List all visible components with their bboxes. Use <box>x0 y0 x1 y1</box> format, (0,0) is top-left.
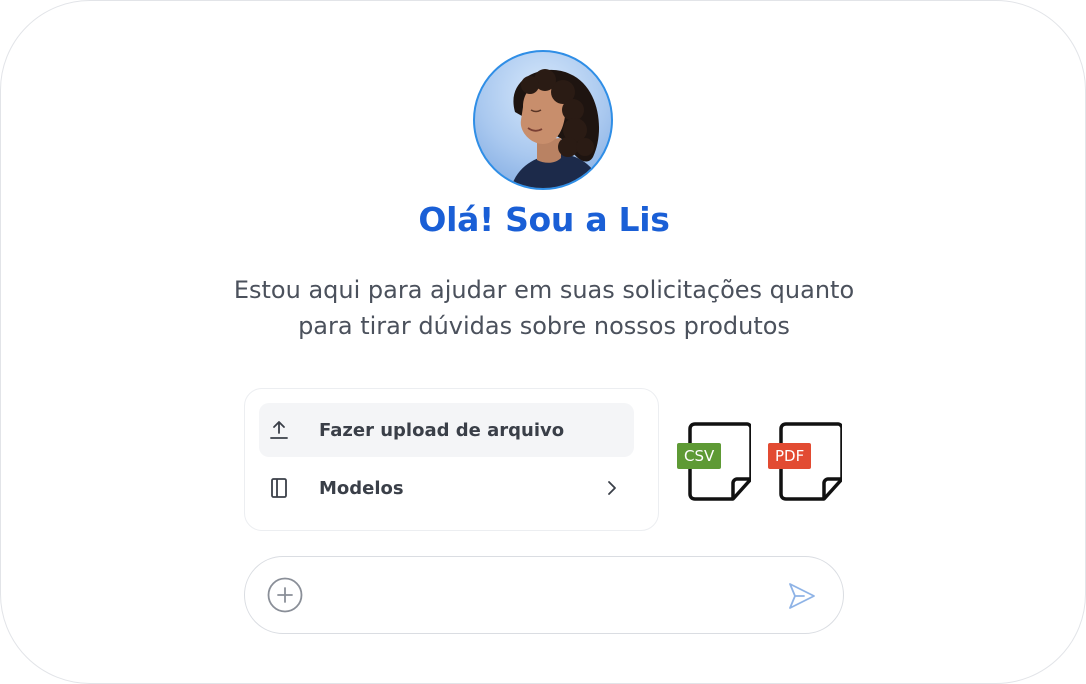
plus-circle-icon[interactable] <box>267 577 303 613</box>
panel-icon <box>271 478 287 498</box>
assistant-avatar <box>473 50 613 190</box>
avatar-portrait-illustration <box>511 69 602 188</box>
assistant-greeting: Olá! Sou a Lis <box>418 200 670 239</box>
chevron-right-icon <box>608 481 616 495</box>
message-composer <box>244 556 844 634</box>
csv-file-icon: CSV <box>677 421 751 503</box>
pdf-file-icon: PDF <box>768 421 842 503</box>
subtitle-line-2: para tirar dúvidas sobre nossos produtos <box>298 312 790 340</box>
menu-item-models[interactable]: Modelos <box>259 461 634 515</box>
assistant-subtitle: Estou aqui para ajudar em suas solicitaç… <box>1 272 1085 344</box>
send-icon[interactable] <box>787 581 817 611</box>
chat-welcome-panel: Olá! Sou a Lis Estou aqui para ajudar em… <box>0 0 1086 684</box>
message-input[interactable] <box>325 575 749 617</box>
menu-item-upload-file[interactable]: Fazer upload de arquivo <box>259 403 634 457</box>
pdf-file-tag: PDF <box>768 443 812 469</box>
attachment-menu: Fazer upload de arquivo Modelos <box>244 388 659 531</box>
upload-icon <box>270 421 288 439</box>
menu-item-upload-label: Fazer upload de arquivo <box>319 419 565 441</box>
csv-file-tag: CSV <box>677 443 722 469</box>
subtitle-line-1: Estou aqui para ajudar em suas solicitaç… <box>233 276 855 304</box>
menu-item-models-label: Modelos <box>319 477 404 499</box>
